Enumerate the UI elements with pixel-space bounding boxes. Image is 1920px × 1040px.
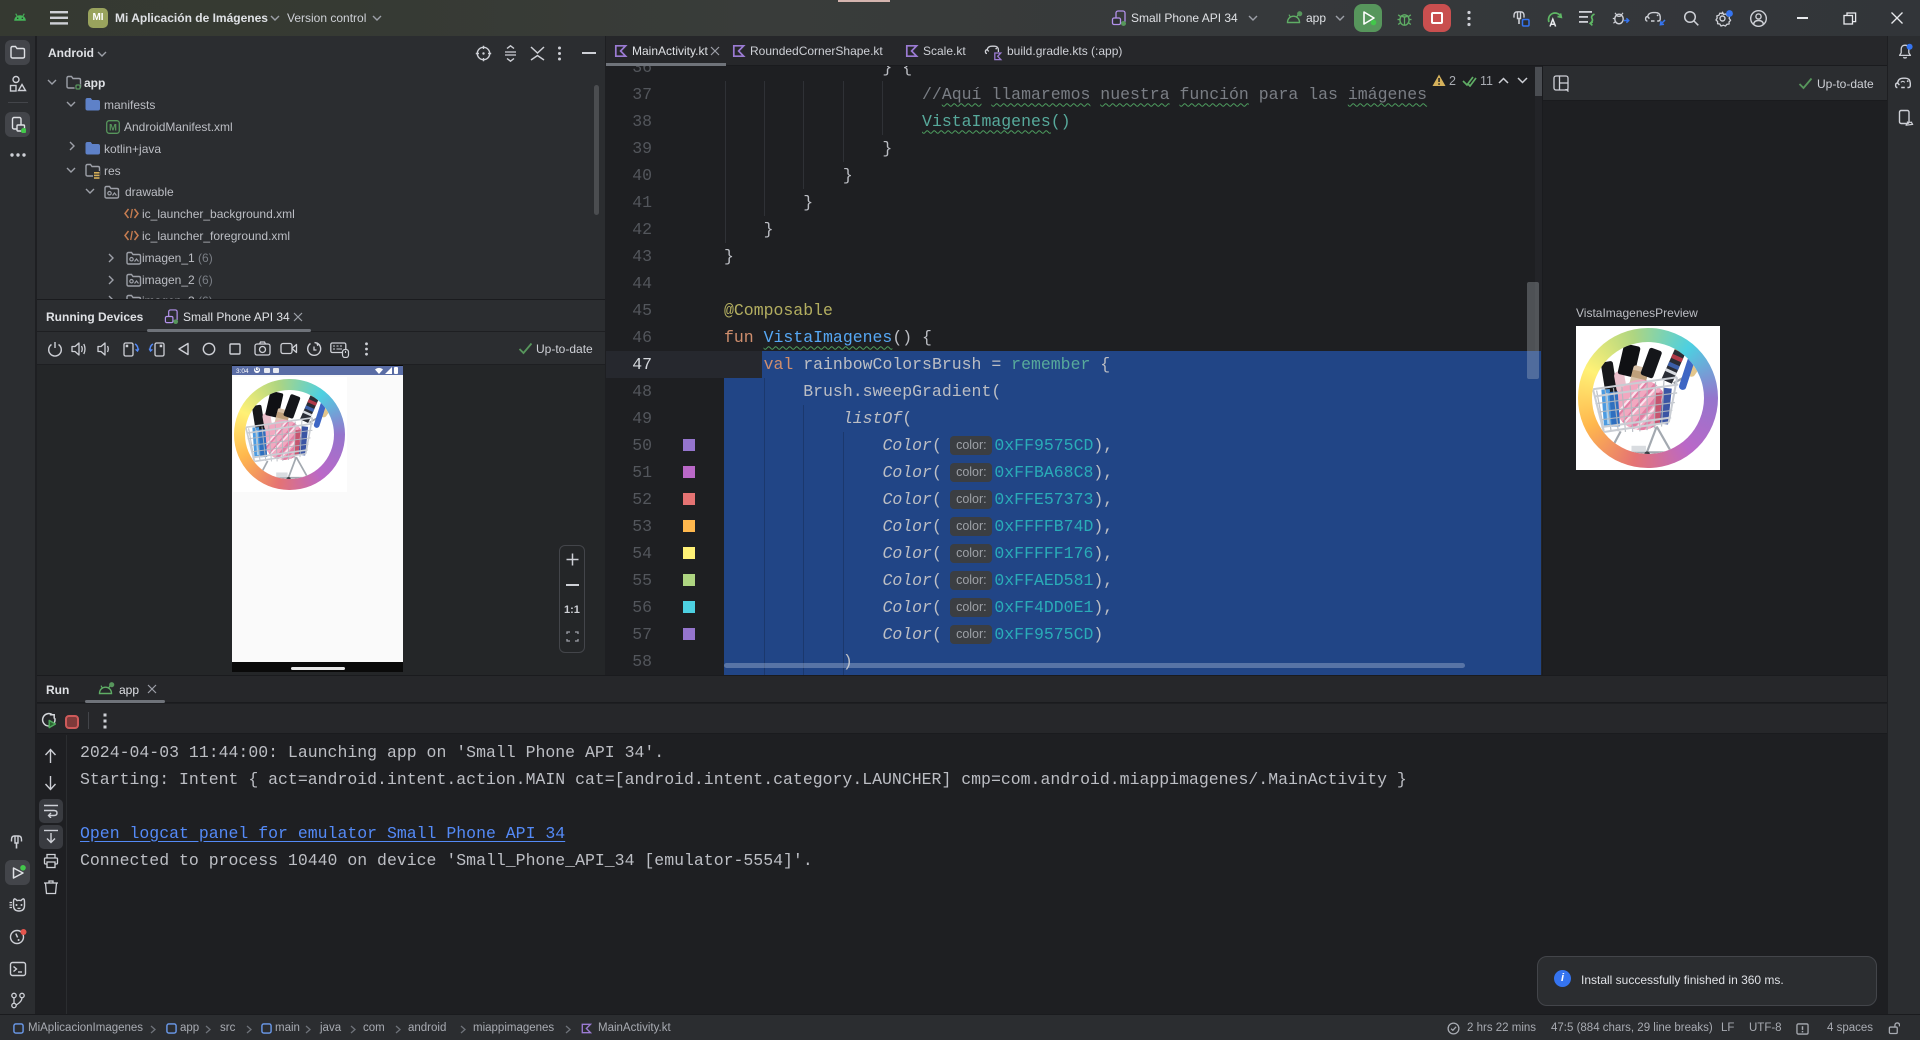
svg-text:M: M (109, 123, 117, 134)
